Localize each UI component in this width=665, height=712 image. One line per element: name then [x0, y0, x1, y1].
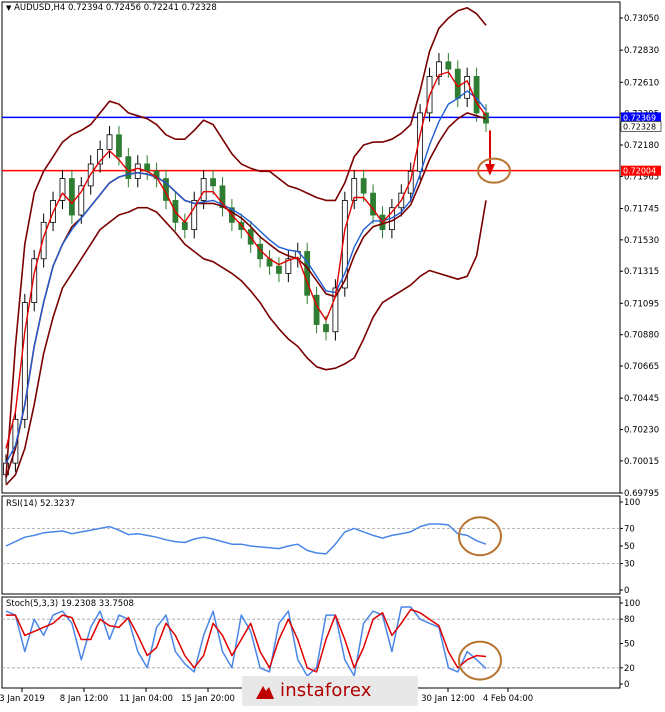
x-tick-label: 11 Jan 04:00 [119, 694, 173, 704]
down-arrow-head [485, 163, 495, 176]
stoch-panel-frame [1, 596, 621, 689]
candle-body [473, 76, 480, 114]
instaforex-watermark: instaforex [242, 676, 418, 706]
candle-body [210, 178, 216, 187]
fast-ma-line [5, 71, 487, 449]
price-ytick-label: 0.70880 [624, 331, 659, 341]
triangle-down-icon: ▼ [6, 4, 12, 12]
rsi-ytick-label: 70 [624, 524, 635, 534]
rsi-ytick-label: 50 [624, 542, 635, 552]
stoch-label: Stoch(5,3,3) 19.2308 33.7508 [6, 599, 134, 609]
price-ytick-label: 0.71095 [624, 299, 659, 309]
x-tick-label: 15 Jan 20:00 [181, 694, 235, 704]
rsi-ytick-label: 100 [624, 498, 640, 508]
x-tick-label: 30 Jan 12:00 [421, 694, 475, 704]
logo-icon [256, 686, 274, 699]
stoch-ytick-label: 20 [624, 664, 635, 674]
candle-body [200, 178, 207, 201]
candle-body [106, 134, 113, 150]
price-ytick-label: 0.72180 [624, 141, 659, 151]
candle-body [78, 185, 85, 216]
price-ytick-label: 0.70230 [624, 426, 659, 436]
bollinger-middle-line [5, 112, 487, 478]
candle-body [464, 76, 471, 99]
price-ytick-label: 0.70445 [624, 394, 659, 404]
x-tick-label: 8 Jan 12:00 [60, 694, 108, 704]
bollinger-upper-line [5, 7, 487, 478]
candle-body [40, 221, 47, 260]
stoch-ytick-label: 50 [624, 640, 635, 650]
price-ytick-label: 0.71315 [624, 267, 659, 277]
candle-body [304, 251, 311, 296]
price-ytick-label: 0.72610 [624, 78, 659, 88]
candle-body [360, 178, 367, 194]
watermark-text: instaforex [280, 680, 372, 701]
price-ytick-label: 0.73050 [624, 14, 659, 24]
slow-ma-line [5, 90, 487, 464]
candle-body [116, 134, 122, 158]
candle-body [134, 163, 141, 179]
price-ytick-label: 0.71745 [624, 204, 659, 214]
candle-body [68, 178, 75, 216]
price-ytick-label: 0.70015 [624, 457, 659, 467]
chart-window: 0.730500.728300.726100.723950.721800.719… [0, 0, 665, 708]
stoch-ytick-label: 0 [624, 680, 629, 690]
price-panel-title: ▼ AUDUSD,H4 0.72394 0.72456 0.72241 0.72… [6, 3, 217, 13]
price-ytick-label: 0.71530 [624, 236, 659, 246]
rsi-label: RSI(14) 52.3237 [6, 499, 76, 509]
price-ytick-label: 0.70665 [624, 362, 659, 372]
rsi-annotation-circle [458, 516, 502, 557]
rsi-ytick-label: 30 [624, 560, 635, 570]
stoch-ytick-label: 100 [624, 599, 640, 609]
price-panel-frame [1, 1, 621, 494]
blue-level-label: 0.72369 [623, 113, 656, 122]
stoch-panel-title: Stoch(5,3,3) 19.2308 33.7508 [6, 599, 134, 609]
stoch-ytick-label: 80 [624, 615, 635, 625]
rsi-ytick-label: 0 [624, 586, 629, 596]
stoch-main-line [5, 606, 487, 677]
bollinger-lower-line [5, 200, 487, 486]
candle-body [276, 265, 282, 274]
price-ytick-label: 0.72830 [624, 46, 659, 56]
x-tick-label: 3 Jan 2019 [0, 694, 45, 704]
current-price-label: 0.72328 [623, 122, 656, 131]
candle-body [181, 221, 188, 231]
rsi-panel-frame [1, 495, 621, 595]
candle-body [445, 61, 452, 70]
x-tick-label: 4 Feb 04:00 [483, 694, 533, 704]
red-level-label: 0.72004 [623, 167, 656, 176]
rsi-panel-title: RSI(14) 52.3237 [6, 499, 75, 509]
candle-body [323, 324, 329, 333]
symbol-ohlc-label: AUDUSD,H4 0.72394 0.72456 0.72241 0.7232… [14, 3, 217, 13]
